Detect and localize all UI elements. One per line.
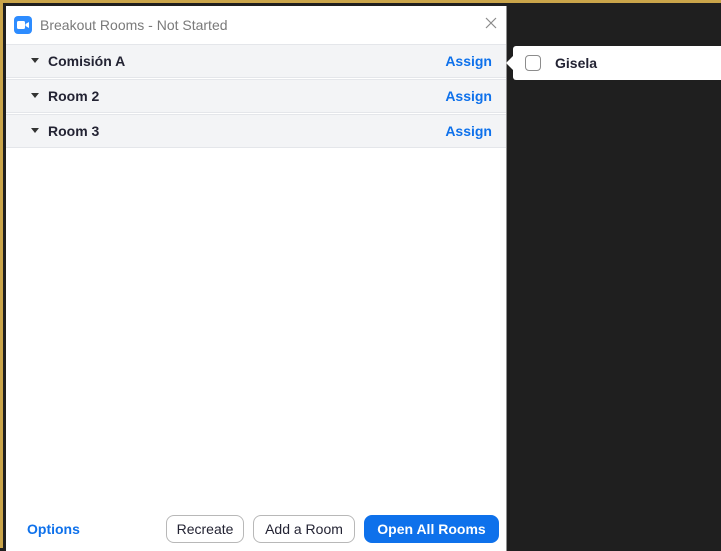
participant-checkbox[interactable] [525, 55, 541, 71]
room-row[interactable]: Room 3 Assign [6, 114, 506, 148]
window-title: Breakout Rooms - Not Started [40, 17, 228, 33]
room-name: Room 3 [48, 123, 100, 139]
chevron-down-icon[interactable] [30, 56, 40, 66]
assign-button[interactable]: Assign [445, 123, 492, 139]
footer-bar: Options Recreate Add a Room Open All Roo… [6, 509, 506, 551]
room-list: Comisión A Assign Room 2 Assign Room 3 A… [6, 44, 506, 149]
assign-button[interactable]: Assign [445, 53, 492, 69]
room-name: Room 2 [48, 88, 100, 104]
app-frame: Breakout Rooms - Not Started Comisión A … [0, 0, 721, 551]
chevron-down-icon[interactable] [30, 91, 40, 101]
options-link[interactable]: Options [27, 521, 80, 537]
zoom-app-icon [14, 16, 32, 34]
breakout-rooms-window: Breakout Rooms - Not Started Comisión A … [6, 6, 507, 551]
title-bar: Breakout Rooms - Not Started [6, 6, 506, 44]
room-row[interactable]: Comisión A Assign [6, 44, 506, 78]
popover-arrow [506, 56, 513, 70]
open-all-rooms-button[interactable]: Open All Rooms [364, 515, 499, 543]
assign-participants-popover: Gisela [506, 46, 721, 80]
room-name: Comisión A [48, 53, 126, 69]
recreate-button[interactable]: Recreate [166, 515, 244, 543]
chevron-down-icon[interactable] [30, 126, 40, 136]
participant-name: Gisela [555, 55, 598, 71]
assign-button[interactable]: Assign [445, 88, 492, 104]
add-room-button[interactable]: Add a Room [253, 515, 355, 543]
close-icon[interactable] [484, 16, 498, 30]
room-row[interactable]: Room 2 Assign [6, 79, 506, 113]
